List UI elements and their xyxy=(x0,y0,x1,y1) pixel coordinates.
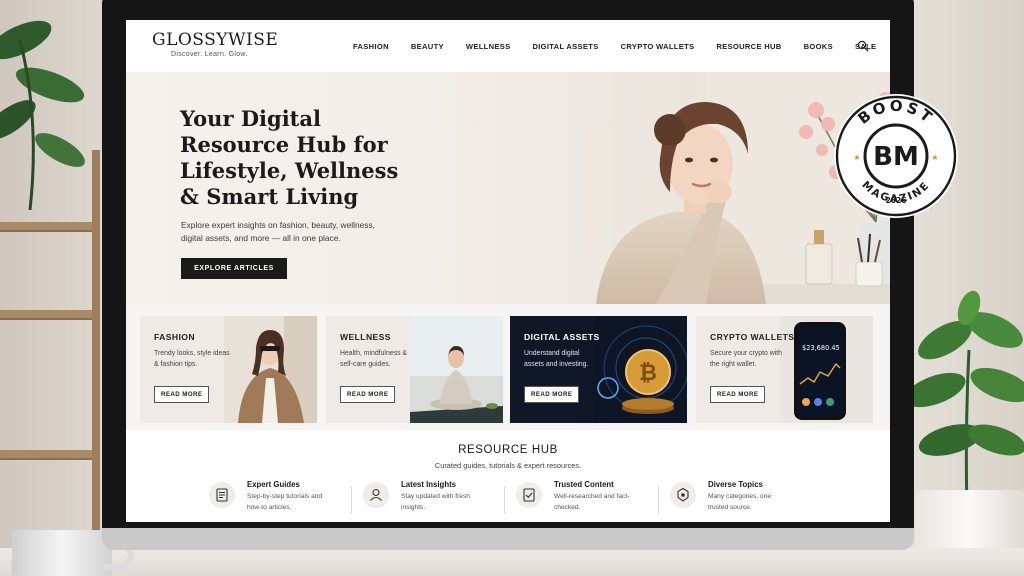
nav-beauty[interactable]: BEAUTY xyxy=(411,42,444,51)
hub-item-title: Diverse Topics xyxy=(708,480,763,489)
insights-icon xyxy=(363,482,389,508)
monitor-chin xyxy=(102,528,914,550)
hub-item-title: Expert Guides xyxy=(247,480,300,489)
card-digital-assets-read-more[interactable]: READ MORE xyxy=(524,386,580,403)
yoga-pose-photo xyxy=(410,316,503,423)
search-icon[interactable] xyxy=(857,40,869,52)
card-fashion-desc: Trendy looks, style ideas & fashion tips… xyxy=(154,350,230,369)
left-plant-decoration xyxy=(0,20,85,210)
card-crypto-wallets-desc: Secure your crypto with the right wallet… xyxy=(710,350,782,369)
website-screen: GLOSSYWISE Discover. Learn. Glow. FASHIO… xyxy=(126,20,890,522)
nav-books[interactable]: BOOKS xyxy=(804,42,833,51)
site-header: GLOSSYWISE Discover. Learn. Glow. FASHIO… xyxy=(126,20,890,72)
hub-item-desc: Many categories, one trusted source. xyxy=(708,493,772,511)
card-fashion[interactable]: FASHION Trendy looks, style ideas & fash… xyxy=(140,316,317,423)
fashion-model-photo xyxy=(224,316,317,423)
badge-year: 2026 xyxy=(886,196,907,205)
star-icon: ★ xyxy=(931,153,938,162)
hub-item-expert-guides[interactable]: Expert Guides Step-by-step tutorials and… xyxy=(209,480,359,520)
resource-hub-title: RESOURCE HUB xyxy=(458,444,558,456)
nav-digital-assets[interactable]: DIGITAL ASSETS xyxy=(532,42,598,51)
hub-item-desc: Well-researched and fact-checked. xyxy=(554,493,630,511)
hub-item-desc: Step-by-step tutorials and how-to articl… xyxy=(247,493,323,511)
wallet-balance: $23,680.45 xyxy=(802,344,840,352)
card-digital-assets[interactable]: ₿ DIGITAL ASSETS Understand digital asse… xyxy=(510,316,687,423)
card-wellness-title: WELLNESS xyxy=(340,332,391,342)
card-wellness-read-more[interactable]: READ MORE xyxy=(340,386,396,403)
topics-icon xyxy=(670,482,696,508)
site-logo[interactable]: GLOSSYWISE xyxy=(152,30,278,50)
hub-divider xyxy=(351,486,352,514)
nav-fashion[interactable]: FASHION xyxy=(353,42,389,51)
site-tagline: Discover. Learn. Glow. xyxy=(171,51,248,58)
category-cards: FASHION Trendy looks, style ideas & fash… xyxy=(126,304,890,430)
right-plant-decoration xyxy=(905,290,1024,510)
hero-description: Explore expert insights on fashion, beau… xyxy=(181,220,375,243)
desk-surface xyxy=(0,548,1024,576)
card-fashion-title: FASHION xyxy=(154,332,195,342)
card-fashion-read-more[interactable]: READ MORE xyxy=(154,386,210,403)
shelf-board xyxy=(0,450,98,460)
hub-item-title: Latest Insights xyxy=(401,480,457,489)
hub-divider xyxy=(504,486,505,514)
trusted-icon xyxy=(516,482,542,508)
nav-crypto-wallets[interactable]: CRYPTO WALLETS xyxy=(621,42,695,51)
main-nav: FASHION BEAUTY WELLNESS DIGITAL ASSETS C… xyxy=(353,20,890,72)
card-crypto-wallets-title: CRYPTO WALLETS xyxy=(710,332,795,342)
hub-divider xyxy=(658,486,659,514)
hub-item-diverse-topics[interactable]: Diverse Topics Many categories, one trus… xyxy=(670,480,820,520)
shelf-board xyxy=(0,310,98,320)
boost-magazine-badge: BOOST MAGAZINE BM 2026 ★ ★ xyxy=(834,94,958,218)
hub-item-latest-insights[interactable]: Latest Insights Stay updated with fresh … xyxy=(363,480,513,520)
shelf-board xyxy=(0,222,98,232)
card-wellness-desc: Health, mindfulness & self-care guides. xyxy=(340,350,408,369)
guide-icon xyxy=(209,482,235,508)
badge-mark: BM xyxy=(873,142,919,172)
hub-item-title: Trusted Content xyxy=(554,480,614,489)
hero-section: Your Digital Resource Hub for Lifestyle,… xyxy=(126,72,890,304)
coffee-mug xyxy=(12,530,112,576)
resource-hub-section: RESOURCE HUB Curated guides, tutorials &… xyxy=(126,430,890,522)
hero-woman-photo xyxy=(456,72,890,304)
card-digital-assets-title: DIGITAL ASSETS xyxy=(524,332,600,342)
card-wellness[interactable]: WELLNESS Health, mindfulness & self-care… xyxy=(326,316,503,423)
nav-wellness[interactable]: WELLNESS xyxy=(466,42,511,51)
star-icon: ★ xyxy=(853,153,860,162)
resource-hub-subtitle: Curated guides, tutorials & expert resou… xyxy=(434,461,582,470)
hero-title: Your Digital Resource Hub for Lifestyle,… xyxy=(180,106,399,209)
card-crypto-wallets-read-more[interactable]: READ MORE xyxy=(710,386,766,403)
svg-text:₿: ₿ xyxy=(639,361,657,386)
nav-resource-hub[interactable]: RESOURCE HUB xyxy=(716,42,781,51)
card-digital-assets-desc: Understand digital assets and investing. xyxy=(524,350,589,369)
bitcoin-coins-photo: ₿ xyxy=(594,316,687,423)
card-crypto-wallets[interactable]: $23,680.45 CRYPTO WALLETS Secure your cr… xyxy=(696,316,873,423)
hub-item-trusted-content[interactable]: Trusted Content Well-researched and fact… xyxy=(516,480,666,520)
explore-articles-button[interactable]: EXPLORE ARTICLES xyxy=(181,258,287,279)
hub-item-desc: Stay updated with fresh insights. xyxy=(401,493,470,511)
